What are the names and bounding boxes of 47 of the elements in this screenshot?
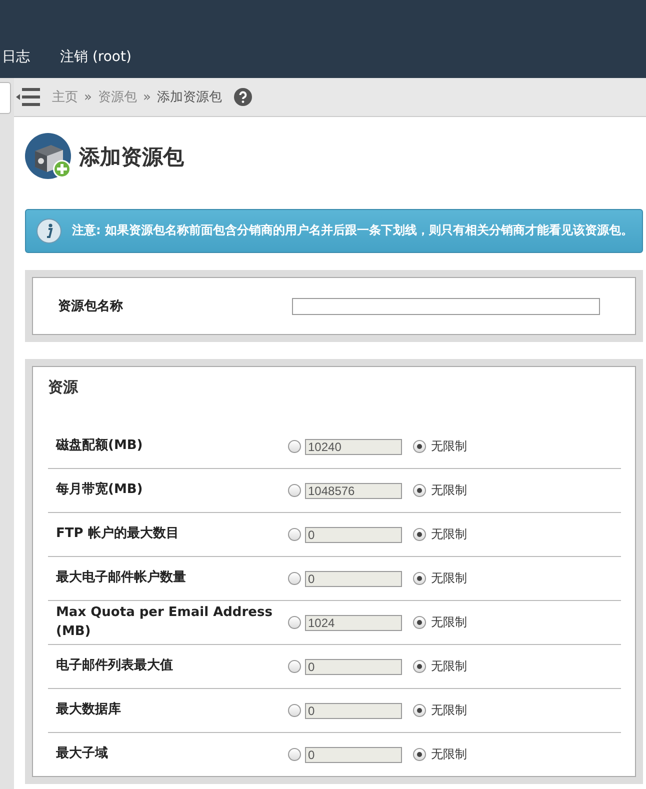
field-label: FTP 帐户的最大数目 (56, 525, 180, 544)
breadcrumb-separator: » (142, 90, 151, 104)
radio-label: 无限制 (431, 614, 467, 631)
radio-label: 无限制 (431, 658, 467, 675)
radio-button[interactable] (288, 748, 301, 761)
radio-label: 无限制 (431, 482, 467, 499)
radio-label: 无限制 (431, 570, 467, 587)
radio-button[interactable] (288, 484, 301, 497)
help-icon[interactable] (234, 88, 252, 106)
section-heading: 资源 (48, 377, 80, 398)
page-title: 添加资源包 (79, 144, 184, 171)
radio-button[interactable] (288, 704, 301, 717)
radio-button[interactable] (288, 440, 301, 453)
radio-button[interactable] (288, 528, 301, 541)
alert-text: 注意: 如果资源包名称前面包含分销商的用户名并后跟一条下划线，则只有相关分销商才能看见该资源包。 (72, 222, 633, 240)
name-input[interactable] (292, 298, 600, 314)
radio-button[interactable] (413, 572, 426, 585)
radio-button[interactable] (288, 616, 301, 629)
radio-button[interactable] (413, 528, 426, 541)
field-label: 最大数据库 (56, 701, 122, 720)
field-label: 电子邮件列表最大值 (56, 657, 174, 676)
radio-button[interactable] (288, 660, 301, 673)
radio-button[interactable] (288, 572, 301, 585)
field-label: 最大电子邮件帐户数量 (56, 569, 187, 588)
sidebar-panel (0, 82, 11, 114)
radio-button[interactable] (413, 440, 426, 453)
radio-label: 无限制 (431, 438, 467, 455)
radio-button[interactable] (413, 616, 426, 629)
nav-link[interactable]: 注销 (root) (60, 48, 132, 66)
package-icon (25, 133, 73, 181)
field-label: 最大子域 (56, 745, 109, 764)
radio-button[interactable] (413, 484, 426, 497)
field-label: 资源包名称 (58, 298, 124, 315)
field-label: 磁盘配额(MB) (56, 437, 144, 456)
breadcrumb-current[interactable]: 添加资源包 (156, 88, 222, 106)
field-label: Max Quota per Email Address (MB) (56, 604, 274, 640)
radio-button[interactable] (413, 704, 426, 717)
radio-label: 无限制 (431, 746, 467, 763)
radio-label: 无限制 (431, 702, 467, 719)
radio-label: 无限制 (431, 526, 467, 543)
info-icon (36, 218, 62, 244)
radio-button[interactable] (413, 748, 426, 761)
nav-link[interactable]: 日志 (2, 48, 30, 66)
menu-icon[interactable] (16, 87, 40, 107)
radio-button[interactable] (413, 660, 426, 673)
breadcrumb-separator: » (84, 90, 92, 104)
field-label: 每月带宽(MB) (56, 481, 144, 500)
